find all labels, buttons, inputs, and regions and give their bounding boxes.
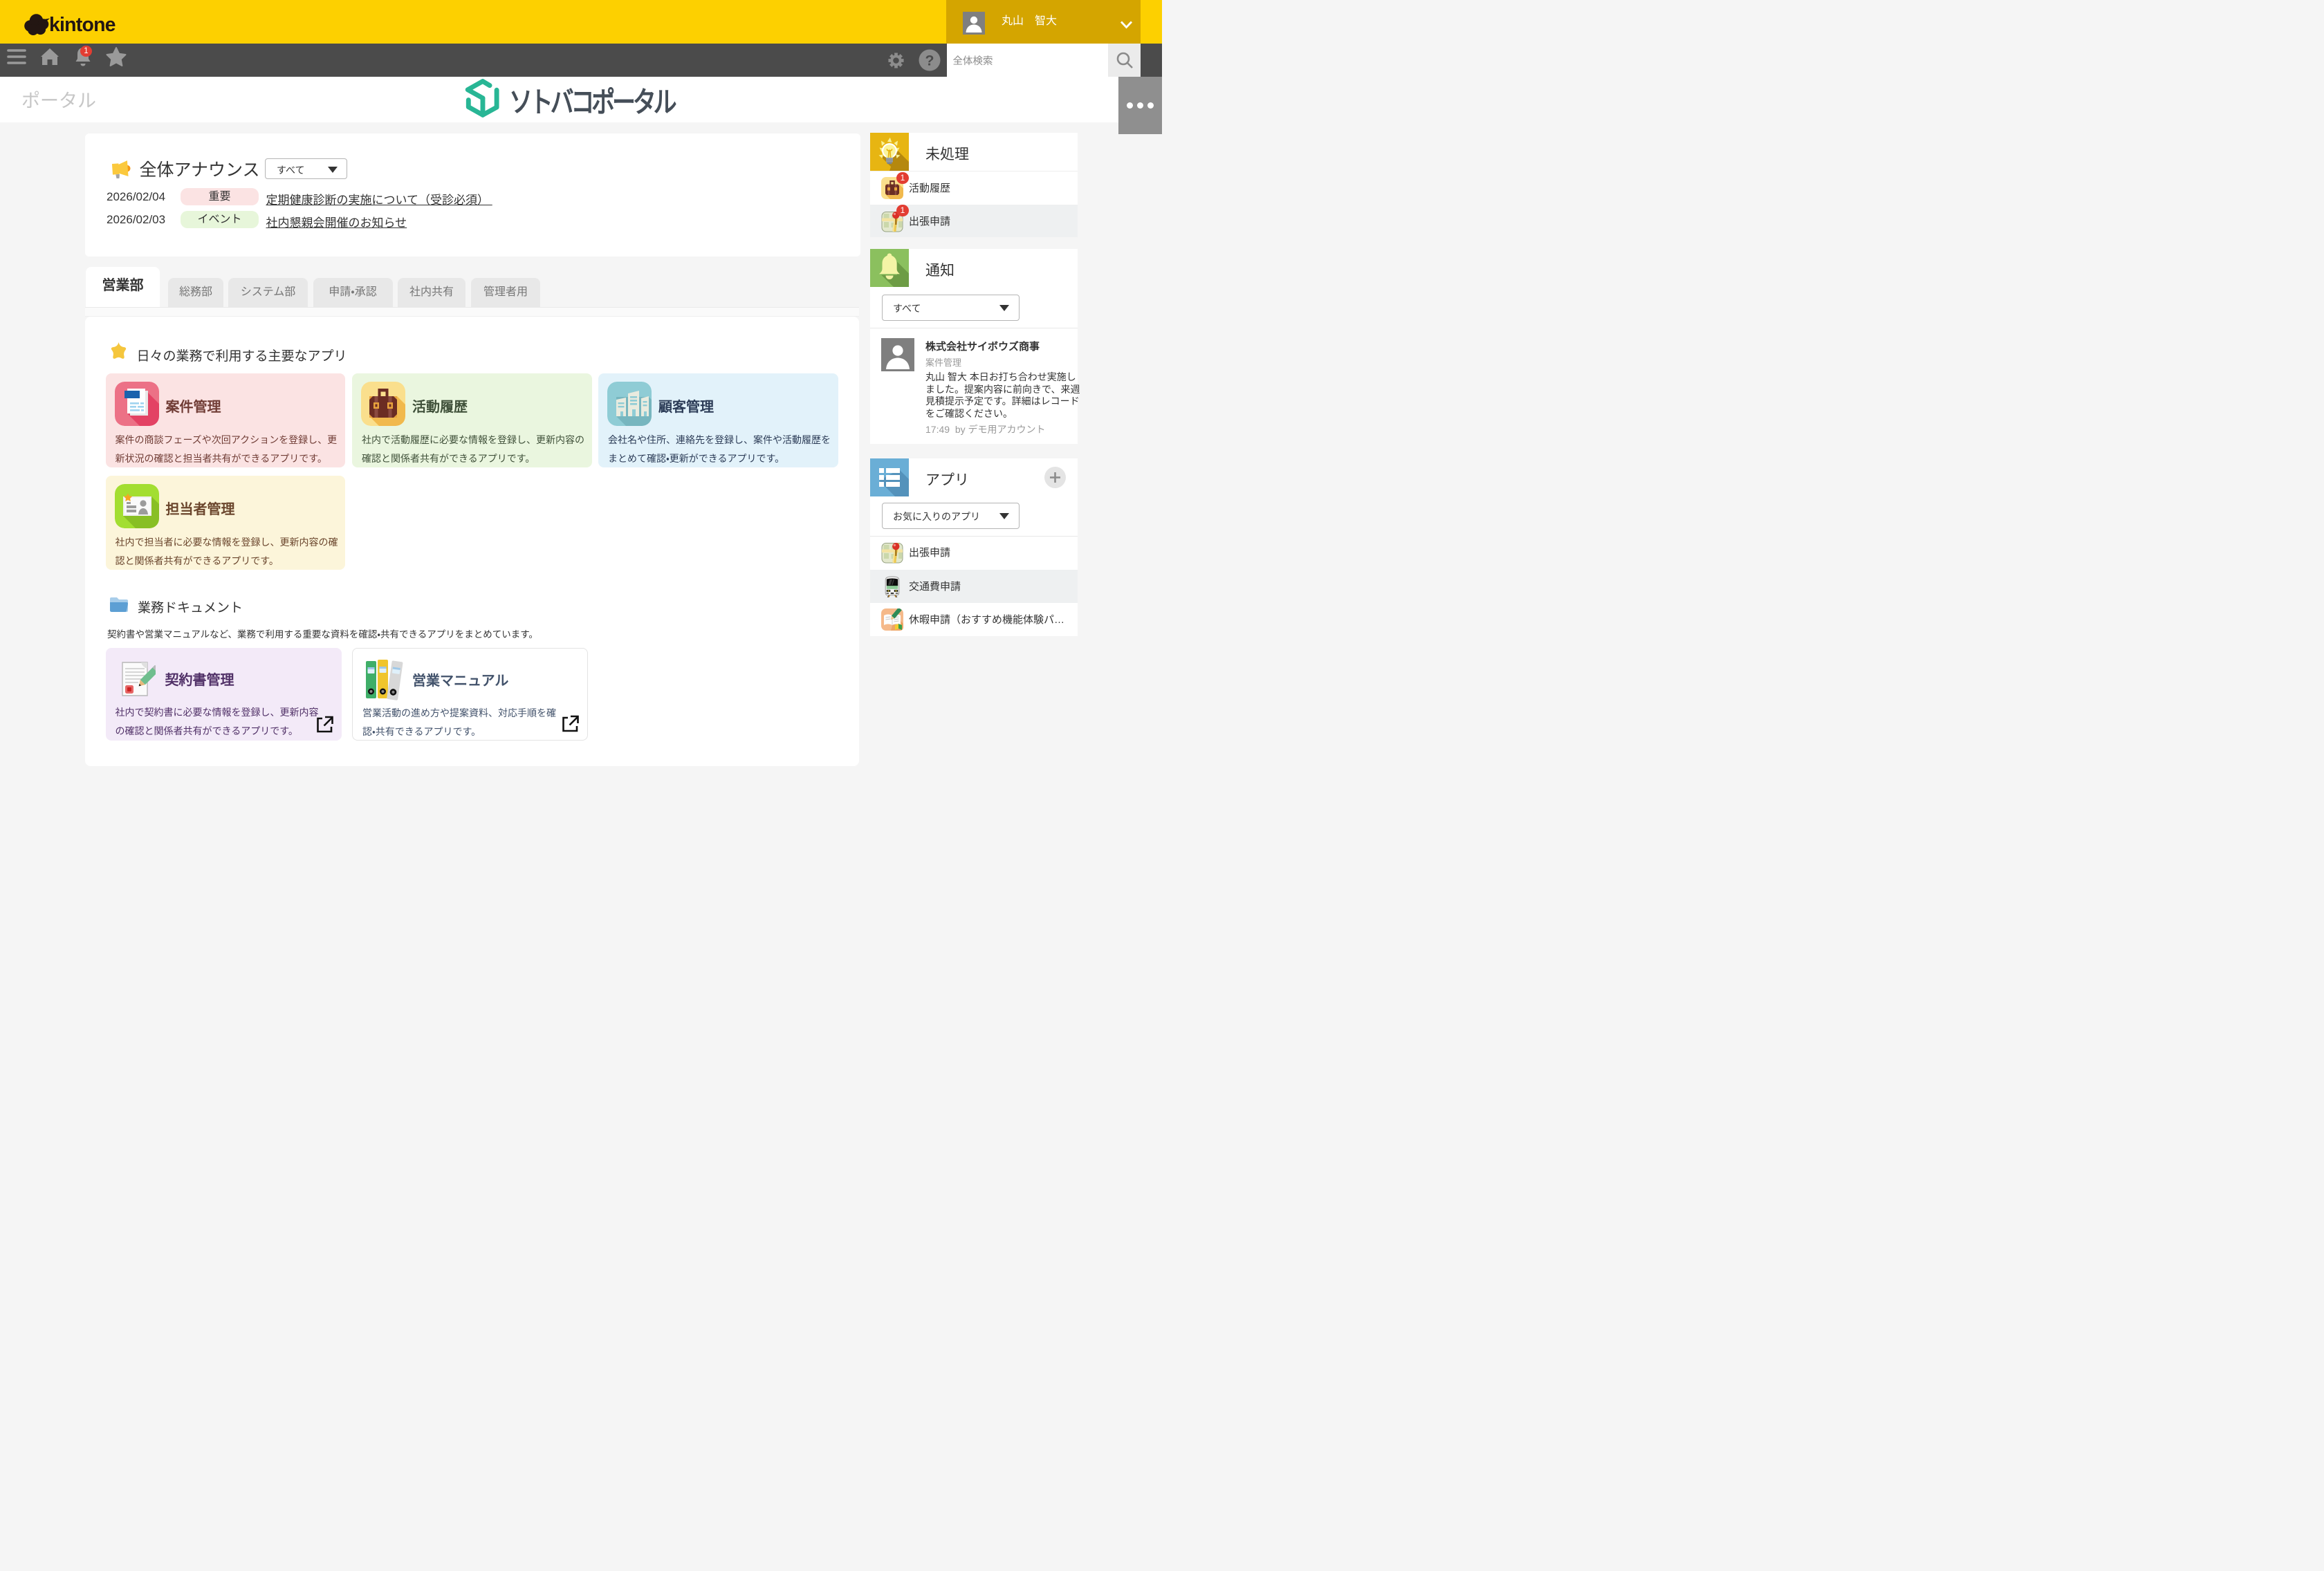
svg-text:kintone: kintone — [49, 14, 116, 36]
svg-text:?: ? — [925, 52, 934, 68]
